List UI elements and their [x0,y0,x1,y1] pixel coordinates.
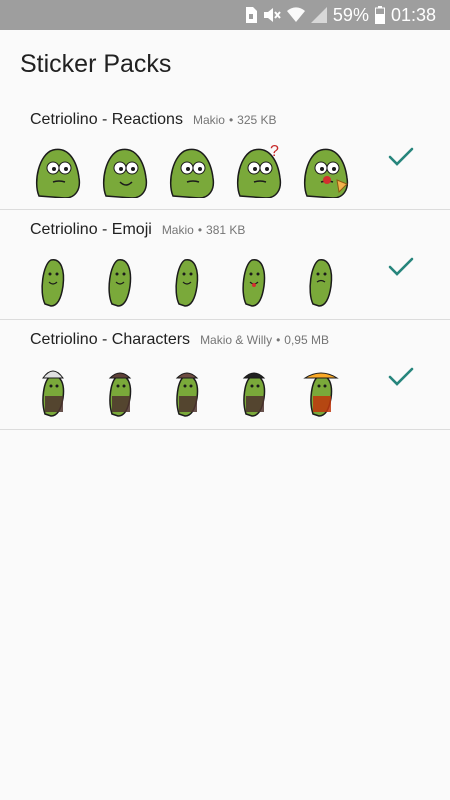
pickle-einstein-sticker [25,362,81,418]
pickle-smile-emoji-sticker [92,252,148,308]
sim-icon [245,7,257,23]
pack-meta: Makio & Willy • 0,95 MB [200,333,329,347]
pack-author: Makio & Willy [200,333,273,347]
check-icon[interactable] [384,360,418,394]
pickle-happy-emoji-sticker [159,252,215,308]
sticker-preview-row [25,252,355,308]
signal-icon [310,7,327,23]
pack-size: 381 KB [206,223,246,237]
pack-meta: Makio • 381 KB [162,223,246,237]
pack-author: Makio [161,223,194,237]
pack-name: Cetriolino - Emoji [30,221,152,238]
pack-header: Cetriolino - Emoji Makio • 381 KB [30,221,245,245]
pack-size: 325 KB [237,113,277,127]
pack-header: Cetriolino - Reactions Makio • 325 KB [30,111,277,135]
pack-author: Makio [192,113,225,127]
pickle-question-sticker: ? [226,142,282,198]
pack-header: Cetriolino - Characters Makio & Willy • 0,… [30,331,329,355]
pack-size: 0,95 MB [284,333,329,347]
pickle-tongue-emoji-sticker [226,252,282,308]
pickle-annoyed-sticker [159,142,215,198]
mute-icon [263,8,281,22]
separator-dot: • [197,223,203,237]
pickle-pirate-sticker [226,362,282,418]
pack-name: Cetriolino - Characters [30,331,191,348]
sticker-pack-row[interactable]: Cetriolino - Reactions Makio • 325 KB ? [0,100,450,210]
battery-percent: 59% [332,5,369,25]
check-icon[interactable] [384,250,418,284]
pickle-neutral-emoji-sticker [25,252,81,308]
separator-dot: • [228,113,234,127]
sticker-preview-row [25,362,355,418]
pickle-cowboy-sticker [159,362,215,418]
pickle-glasses-sticker [25,142,81,198]
sticker-pack-row[interactable]: Cetriolino - Emoji Makio • 381 KB [0,210,450,320]
battery-icon [374,6,385,24]
pickle-viking-sticker [92,362,148,418]
pack-meta: Makio • 325 KB [193,113,277,127]
status-bar: 59% 01:38 [0,0,450,30]
separator-dot: • [276,333,281,347]
wifi-icon [286,7,305,23]
sticker-preview-row: ? [25,142,355,198]
page-title: Sticker Packs [20,50,172,78]
pickle-mexican-sticker [293,362,349,418]
pickle-sad-emoji-sticker [293,252,349,308]
clock: 01:38 [390,5,436,25]
check-icon[interactable] [384,140,418,174]
pickle-laughing-sticker [92,142,148,198]
pack-name: Cetriolino - Reactions [30,111,183,128]
svg-text:?: ? [270,143,279,160]
sticker-pack-row[interactable]: Cetriolino - Characters Makio & Willy • 0,… [0,320,450,430]
pickle-pizza-sticker [293,142,349,198]
